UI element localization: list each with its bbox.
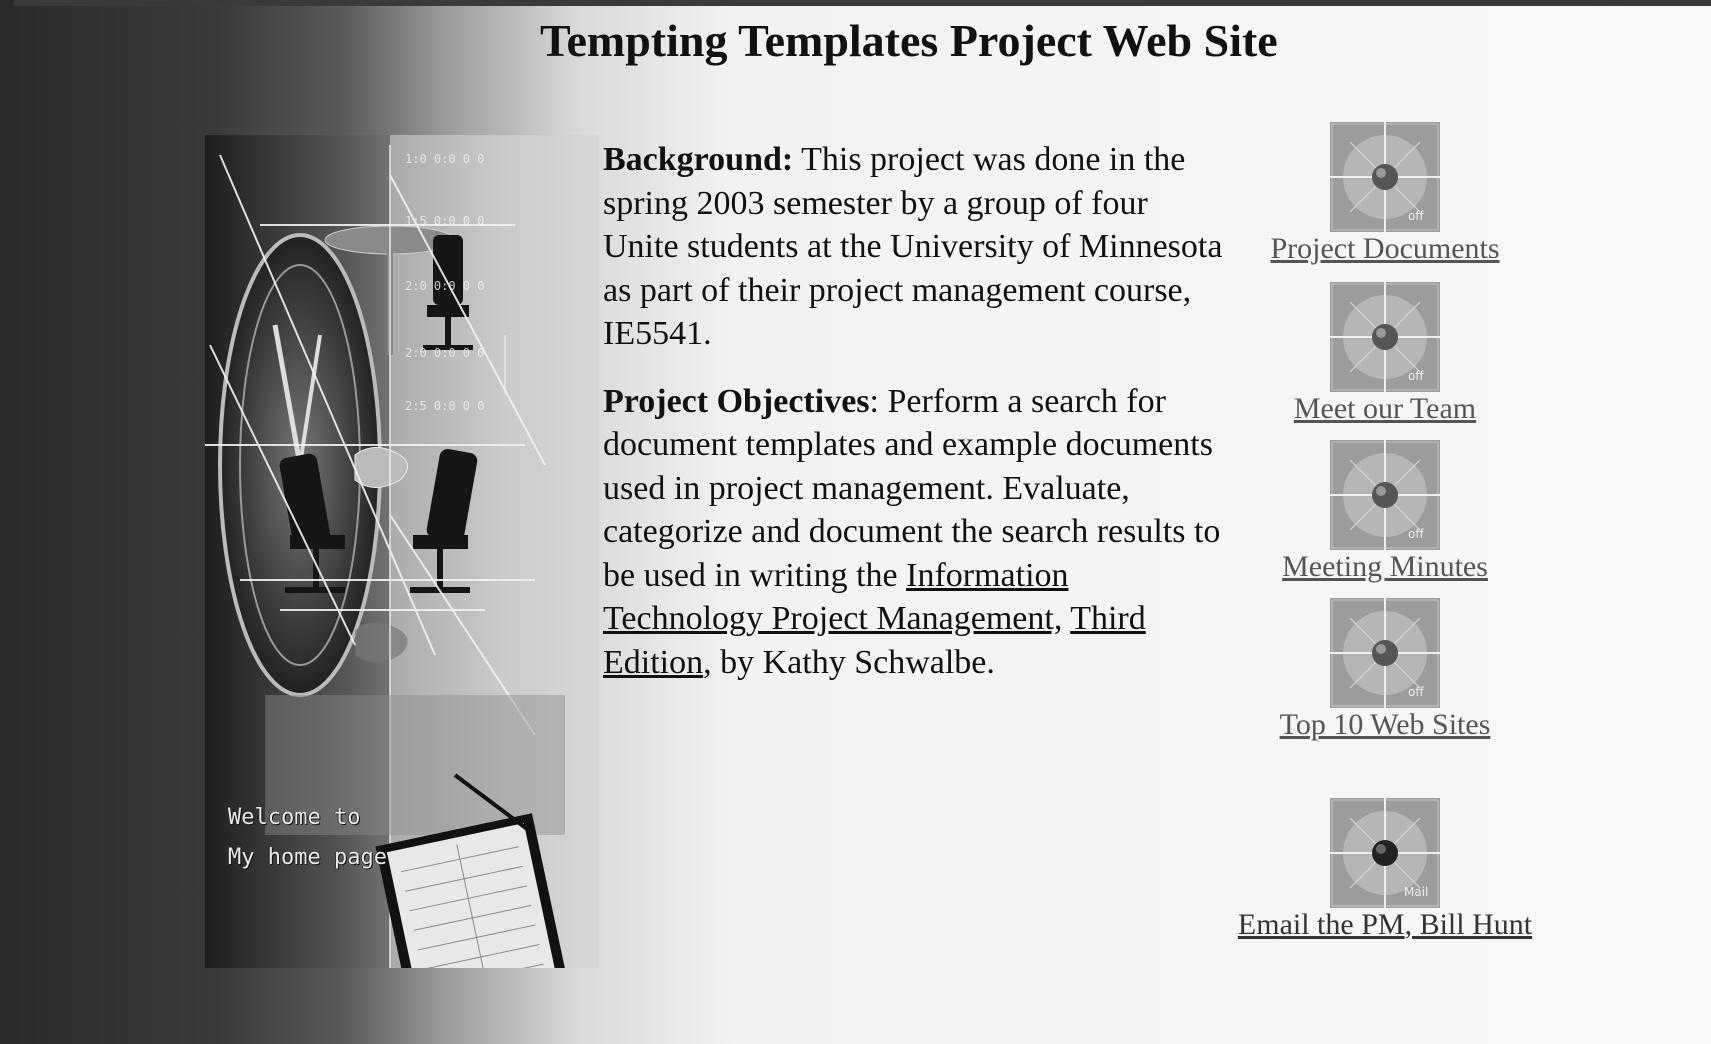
- top-10-web-sites-link[interactable]: Top 10 Web Sites: [1280, 708, 1491, 742]
- page-title: Tempting Templates Project Web Site: [540, 15, 1278, 66]
- nav-item-meet-our-team[interactable]: off Meet our Team: [1220, 282, 1550, 426]
- meet-our-team-link[interactable]: Meet our Team: [1294, 392, 1476, 426]
- svg-text:off: off: [1408, 369, 1424, 383]
- svg-text:2:5 0:0 0 0: 2:5 0:0 0 0: [405, 399, 484, 413]
- objectives-heading: Project Objectives: [603, 382, 870, 420]
- window-border-top: [0, 0, 1711, 6]
- bill-hunt-link[interactable]: Bill Hunt: [1420, 908, 1533, 941]
- nav-item-meeting-minutes[interactable]: off Meeting Minutes: [1220, 440, 1550, 584]
- globe-icon[interactable]: off: [1330, 440, 1440, 550]
- svg-text:Mail: Mail: [1404, 885, 1428, 899]
- background-paragraph: Background: This project was done in the…: [603, 138, 1225, 356]
- browser-page: Tempting Templates Project Web Site 1:0 …: [0, 0, 1711, 1044]
- project-documents-link[interactable]: Project Documents: [1270, 232, 1499, 266]
- email-pm-link[interactable]: Email the PM: [1238, 908, 1405, 941]
- nav-item-project-documents[interactable]: off Project Documents: [1220, 122, 1550, 266]
- svg-text:off: off: [1408, 209, 1424, 223]
- svg-text:2:0 0:0 0 0: 2:0 0:0 0 0: [405, 279, 484, 293]
- globe-icon[interactable]: off: [1330, 598, 1440, 708]
- welcome-text: Welcome to My home page: [228, 805, 387, 870]
- svg-text:1:0 0:0 0 0: 1:0 0:0 0 0: [405, 152, 484, 166]
- objectives-tail: , by Kathy Schwalbe.: [703, 643, 995, 681]
- meeting-minutes-link[interactable]: Meeting Minutes: [1282, 550, 1488, 584]
- svg-text:off: off: [1408, 527, 1424, 541]
- globe-icon[interactable]: off: [1330, 122, 1440, 232]
- globe-icon[interactable]: off: [1330, 282, 1440, 392]
- background-heading: Background:: [603, 141, 794, 178]
- email-line: Email the PM, Bill Hunt: [1237, 908, 1533, 941]
- mail-globe-icon[interactable]: Mail: [1330, 798, 1440, 908]
- window-border-left: [0, 0, 14, 1044]
- svg-text:off: off: [1408, 685, 1424, 699]
- main-content: Background: This project was done in the…: [603, 138, 1225, 708]
- svg-text:1:5 0:0 0 0: 1:5 0:0 0 0: [405, 214, 484, 228]
- nav-item-email-pm[interactable]: Mail Email the PM, Bill Hunt: [1220, 798, 1550, 942]
- svg-text:2:0 0:0 0 0: 2:0 0:0 0 0: [405, 346, 484, 360]
- nav-item-top-10-web-sites[interactable]: off Top 10 Web Sites: [1220, 598, 1550, 742]
- objectives-paragraph: Project Objectives: Perform a search for…: [603, 380, 1225, 685]
